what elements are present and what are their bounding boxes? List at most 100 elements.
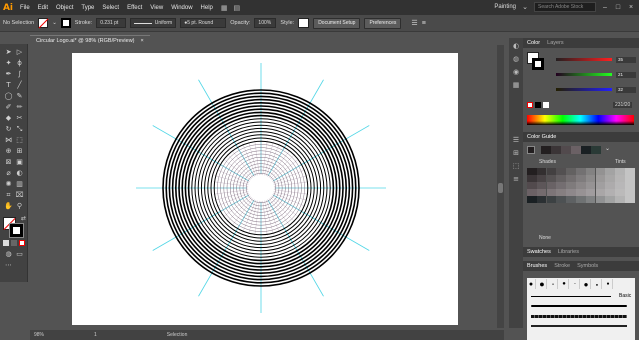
guide-swatch[interactable]: [536, 196, 547, 203]
guide-swatch[interactable]: [546, 182, 557, 189]
eraser-tool-icon[interactable]: ◆: [4, 114, 13, 123]
bridge-icon[interactable]: ▦: [221, 4, 228, 12]
guide-swatch[interactable]: [546, 175, 557, 182]
harmony-base-swatch[interactable]: [527, 146, 535, 154]
menu-edit[interactable]: Edit: [34, 5, 52, 11]
menu-type[interactable]: Type: [77, 5, 98, 11]
transform-panel-icon[interactable]: ⬚: [512, 162, 520, 170]
ellipse-tool-icon[interactable]: ◯: [4, 92, 13, 101]
graph-tool-icon[interactable]: ▥: [15, 180, 24, 189]
guide-swatch[interactable]: [566, 182, 576, 189]
guide-swatch[interactable]: [576, 175, 586, 182]
workspace-switcher[interactable]: Painting: [494, 4, 516, 10]
guide-swatch[interactable]: [556, 196, 566, 203]
brush-preset[interactable]: ●: [571, 279, 580, 289]
shaper-tool-icon[interactable]: ✐: [4, 103, 13, 112]
guide-swatch[interactable]: [615, 175, 625, 182]
transparency-panel-icon[interactable]: ◍: [512, 55, 520, 63]
guide-swatch[interactable]: [536, 168, 547, 175]
screen-mode-icon[interactable]: ▭: [15, 250, 24, 259]
brush-stroke-charcoal[interactable]: [531, 315, 627, 318]
tab-stroke[interactable]: Stroke: [554, 263, 570, 269]
white-swatch[interactable]: [543, 102, 549, 108]
canvas-area[interactable]: [30, 45, 500, 330]
scale-tool-icon[interactable]: ⤡: [15, 125, 24, 134]
stroke-swatch[interactable]: [60, 18, 71, 28]
guide-swatch[interactable]: [556, 182, 566, 189]
guide-swatch[interactable]: [595, 168, 606, 175]
chevron-down-icon[interactable]: ⌄: [52, 20, 57, 26]
shape-builder-tool-icon[interactable]: ⊕: [4, 147, 13, 156]
brush-stroke-list[interactable]: Basic: [527, 290, 635, 340]
color-spectrum[interactable]: [527, 115, 634, 125]
perspective-grid-icon[interactable]: ⊞: [15, 147, 24, 156]
slice-tool-icon[interactable]: ⌧: [15, 191, 24, 200]
blue-value[interactable]: 32: [616, 87, 636, 93]
guide-swatch[interactable]: [595, 182, 606, 189]
guide-swatch[interactable]: [585, 189, 596, 196]
menu-effect[interactable]: Effect: [123, 5, 146, 11]
guide-swatch[interactable]: [615, 168, 625, 175]
swap-colors-icon[interactable]: ⇄: [19, 214, 28, 223]
color-panel-icon[interactable]: ◐: [512, 42, 520, 50]
direct-selection-tool-icon[interactable]: ▷: [15, 48, 24, 57]
mesh-tool-icon[interactable]: ⊠: [4, 158, 13, 167]
opacity-input[interactable]: 100%: [254, 18, 277, 28]
harmony-dropdown-icon[interactable]: ⌄: [605, 145, 610, 152]
guide-swatch[interactable]: [595, 189, 606, 196]
guide-swatch[interactable]: [566, 168, 576, 175]
blue-slider[interactable]: [556, 88, 612, 91]
guide-swatch[interactable]: [546, 168, 557, 175]
variable-width-profile[interactable]: Uniform: [130, 18, 177, 28]
guide-swatch[interactable]: [546, 189, 557, 196]
guide-swatch[interactable]: [595, 175, 606, 182]
pathfinder-panel-icon[interactable]: ⊞: [512, 149, 520, 157]
vertical-scrollbar[interactable]: [497, 45, 504, 328]
guide-swatch[interactable]: [527, 182, 537, 189]
guide-swatch[interactable]: [527, 196, 537, 203]
free-transform-tool-icon[interactable]: ⬚: [15, 136, 24, 145]
menu-window[interactable]: Window: [167, 5, 196, 11]
guide-swatch[interactable]: [527, 168, 537, 175]
harmony-swatch[interactable]: [581, 146, 591, 154]
concentric-ring[interactable]: [242, 169, 280, 207]
guide-swatch[interactable]: [605, 182, 615, 189]
guide-swatch[interactable]: [527, 189, 537, 196]
menu-file[interactable]: File: [16, 5, 34, 11]
circular-logo-artwork[interactable]: [30, 45, 500, 330]
guide-swatch[interactable]: [527, 175, 537, 182]
opacity-label[interactable]: Opacity:: [230, 20, 250, 26]
paintbrush-tool-icon[interactable]: ✎: [15, 92, 24, 101]
brush-preset[interactable]: ●: [604, 279, 613, 289]
brush-preset[interactable]: ●: [560, 279, 569, 289]
guide-swatch[interactable]: [566, 189, 576, 196]
guide-swatch[interactable]: [585, 168, 596, 175]
brush-stroke-basic[interactable]: [531, 296, 611, 297]
black-swatch[interactable]: [535, 102, 541, 108]
harmony-swatch[interactable]: [541, 146, 551, 154]
more-tools-icon[interactable]: ⋯: [4, 261, 13, 270]
hex-value[interactable]: 231f20: [613, 102, 633, 108]
stroke-panel-icon[interactable]: ≡: [512, 175, 520, 183]
curvature-tool-icon[interactable]: ∫: [15, 70, 24, 79]
document-tab[interactable]: Circular Logo.ai* @ 98% (RGB/Preview) ×: [30, 35, 150, 45]
maximize-icon[interactable]: □: [614, 4, 622, 11]
brush-preset[interactable]: ●: [549, 279, 558, 289]
none-mode-button[interactable]: [19, 240, 25, 246]
red-value[interactable]: 35: [616, 57, 636, 63]
fill-swatch[interactable]: [38, 18, 49, 28]
blend-tool-icon[interactable]: ◐: [15, 169, 24, 178]
line-tool-icon[interactable]: ╱: [15, 81, 24, 90]
tab-layers[interactable]: Layers: [547, 40, 564, 46]
width-tool-icon[interactable]: ⋈: [4, 136, 13, 145]
green-slider[interactable]: [556, 73, 612, 76]
panel-menu-icon[interactable]: ≡: [422, 20, 426, 27]
gradient-tool-icon[interactable]: ▣: [15, 158, 24, 167]
guide-swatch[interactable]: [536, 182, 547, 189]
guide-swatch[interactable]: [576, 189, 586, 196]
harmony-swatch[interactable]: [561, 146, 571, 154]
brush-preset[interactable]: ●: [527, 279, 536, 289]
tab-brushes[interactable]: Brushes: [527, 263, 547, 269]
guide-swatch[interactable]: [576, 168, 586, 175]
menu-object[interactable]: Object: [52, 5, 77, 11]
